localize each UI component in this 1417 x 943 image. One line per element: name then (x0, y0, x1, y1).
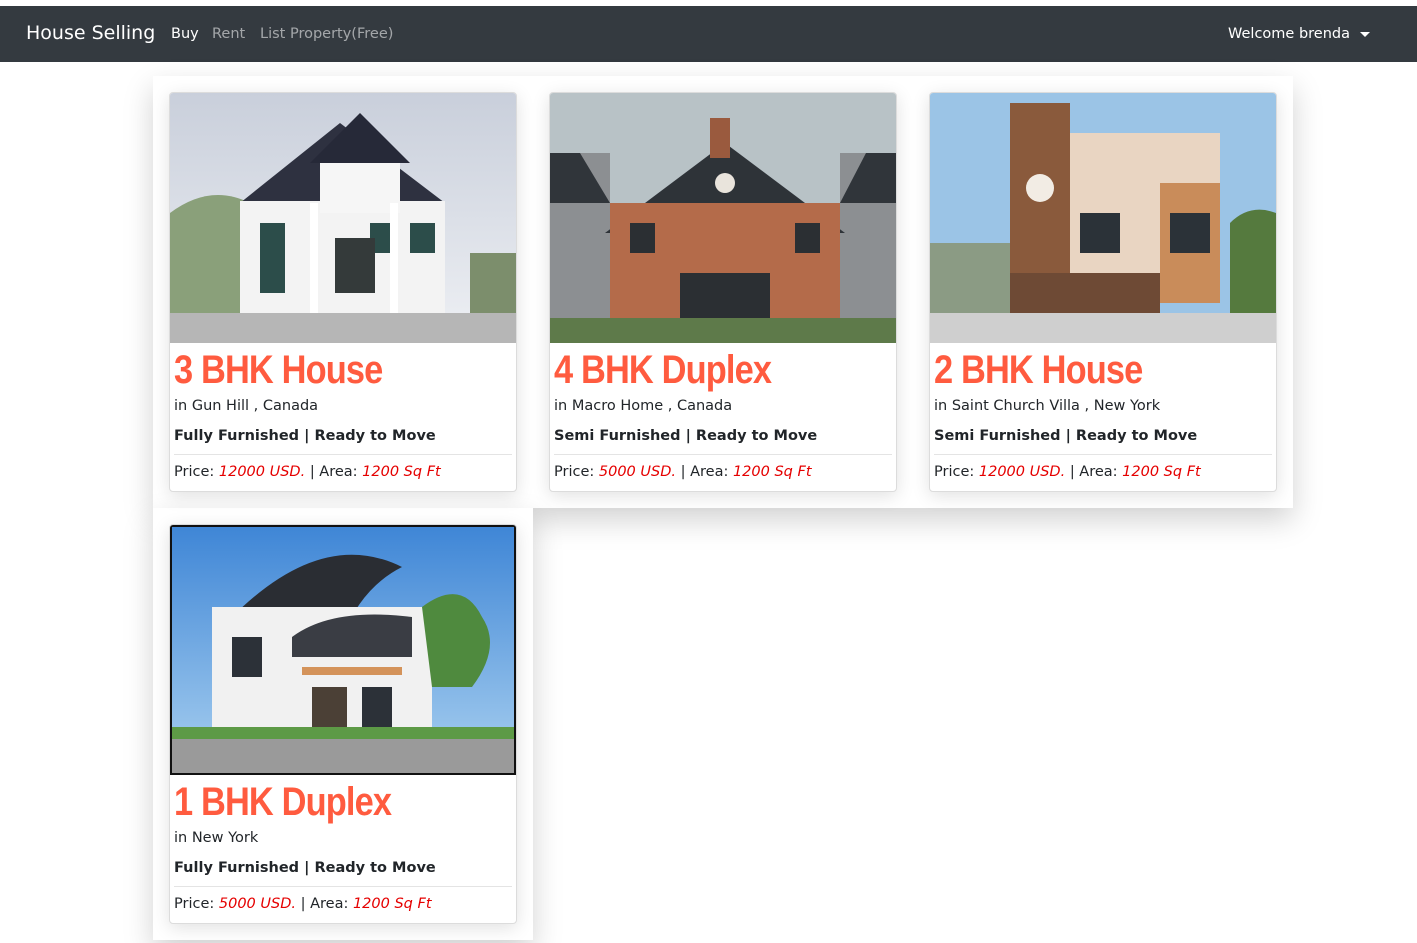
property-title: 1 BHK Duplex (174, 780, 392, 824)
area-label: | Area: (680, 464, 729, 480)
area-label: | Area: (309, 464, 358, 480)
property-price-area: Price: 5000 USD. | Area: 1200 Sq Ft (554, 464, 812, 480)
property-furnishing: Fully Furnished | Ready to Move (174, 860, 436, 876)
price-value: 5000 USD. (218, 896, 296, 912)
property-location: in Gun Hill , Canada (174, 398, 319, 414)
property-location: in Macro Home , Canada (554, 398, 733, 414)
property-card[interactable]: 1 BHK Duplex in New York Fully Furnished… (169, 524, 517, 924)
property-location: in Saint Church Villa , New York (934, 398, 1161, 414)
price-label: Price: (174, 464, 215, 480)
property-furnishing: Semi Furnished | Ready to Move (934, 428, 1198, 444)
nav-rent-link[interactable]: Rent (212, 26, 245, 42)
area-value: 1200 Sq Ft (732, 464, 812, 480)
property-furnishing: Fully Furnished | Ready to Move (174, 428, 436, 444)
area-value: 1200 Sq Ft (362, 464, 441, 480)
price-label: Price: (174, 896, 215, 912)
area-value: 1200 Sq Ft (352, 896, 432, 912)
property-furnishing: Semi Furnished | Ready to Move (554, 428, 818, 444)
property-title: 2 BHK House (934, 348, 1143, 392)
area-value: 1200 Sq Ft (1122, 464, 1201, 480)
card-divider (174, 886, 512, 887)
property-price-area: Price: 12000 USD. | Area: 1200 Sq Ft (934, 464, 1201, 480)
nav-buy-link[interactable]: Buy (171, 26, 199, 42)
property-card[interactable]: 3 BHK House in Gun Hill , Canada Fully F… (169, 92, 517, 492)
brand-logo-text[interactable]: House Selling (26, 22, 155, 44)
property-price-area: Price: 12000 USD. | Area: 1200 Sq Ft (174, 464, 441, 480)
area-label: | Area: (1069, 464, 1118, 480)
property-image[interactable] (550, 93, 896, 343)
card-divider (934, 454, 1272, 455)
card-divider (174, 454, 512, 455)
caret-down-icon (1360, 32, 1370, 37)
price-value: 12000 USD. (218, 464, 306, 480)
user-menu-dropdown[interactable]: Welcome brenda (1228, 26, 1370, 42)
nav-list-property-link[interactable]: List Property(Free) (260, 26, 393, 42)
price-value: 5000 USD. (598, 464, 676, 480)
area-label: | Area: (300, 896, 349, 912)
top-navbar: House Selling Buy Rent List Property(Fre… (0, 6, 1417, 62)
price-value: 12000 USD. (978, 464, 1066, 480)
user-menu-label: Welcome brenda (1228, 26, 1350, 42)
property-image[interactable] (170, 93, 516, 343)
price-label: Price: (934, 464, 975, 480)
price-label: Price: (554, 464, 595, 480)
property-title: 3 BHK House (174, 348, 383, 392)
property-location: in New York (174, 830, 259, 846)
property-card[interactable]: 2 BHK House in Saint Church Villa , New … (929, 92, 1277, 492)
property-price-area: Price: 5000 USD. | Area: 1200 Sq Ft (174, 896, 432, 912)
property-title: 4 BHK Duplex (554, 348, 772, 392)
property-card[interactable]: 4 BHK Duplex in Macro Home , Canada Semi… (549, 92, 897, 492)
card-divider (554, 454, 892, 455)
property-image[interactable] (170, 525, 516, 775)
property-image[interactable] (930, 93, 1276, 343)
